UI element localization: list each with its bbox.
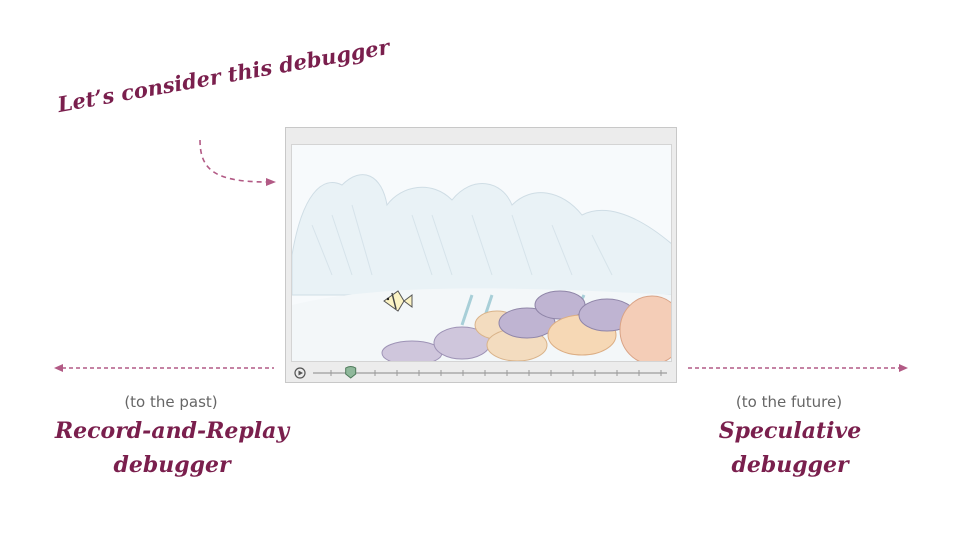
future-arrowhead <box>899 364 908 372</box>
debugger-window <box>285 127 677 383</box>
play-icon <box>298 370 303 376</box>
past-arrowhead <box>54 364 63 372</box>
callout-arrowhead <box>266 178 276 186</box>
past-direction-label: (to the past) <box>124 393 218 411</box>
background-rocks <box>292 174 671 296</box>
future-direction-label: (to the future) <box>735 393 843 411</box>
record-replay-line1: Record-and-Replay <box>54 418 290 444</box>
callout-arrow <box>199 139 269 183</box>
timeline-bar <box>291 364 672 380</box>
speculative-line2: debugger <box>731 452 849 478</box>
speculative-line1: Speculative <box>718 418 862 444</box>
game-viewport[interactable] <box>291 144 672 362</box>
record-replay-line2: debugger <box>113 452 231 478</box>
timeline-scrubber[interactable] <box>345 366 357 379</box>
underwater-scene <box>292 174 671 361</box>
record-replay-title: Record-and-Replay debugger <box>40 414 304 482</box>
speculative-title: Speculative debugger <box>690 414 890 482</box>
